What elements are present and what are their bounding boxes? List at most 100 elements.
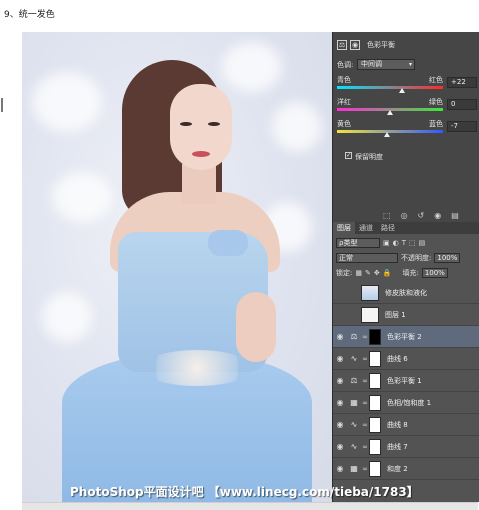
layer-row[interactable]: 图层 1 [333,304,479,326]
type-filter-icon[interactable]: T [402,239,406,247]
lock-all-icon[interactable]: 🔒 [383,269,392,277]
slider-knob[interactable] [383,132,390,137]
reset-icon[interactable]: ↺ [418,212,425,220]
eye-icon[interactable]: ◉ [333,442,347,451]
lock-label: 锁定: [336,269,353,277]
layer-thumbnail [361,306,379,323]
slider-value-input[interactable]: +22 [447,77,477,88]
slider-left-label: 黄色 [337,120,351,128]
lock-transparent-icon[interactable]: ▦ [355,269,362,277]
fill-input[interactable]: 100% [421,268,448,278]
layer-mask-thumbnail[interactable] [369,328,381,345]
curves-icon: ∿ [350,354,358,363]
eye-icon[interactable]: ◉ [333,420,347,429]
tab-2[interactable]: 路径 [377,222,399,234]
layer-mask-thumbnail[interactable] [369,372,381,389]
layer-name: 色彩平衡 1 [387,376,422,385]
smart-filter-icon[interactable]: ▤ [419,239,426,247]
layer-name: 色相/饱和度 1 [387,398,432,407]
link-icon[interactable]: ∞ [361,443,369,451]
tone-select[interactable]: 中间调 ▾ [357,59,415,70]
link-icon[interactable]: ∞ [361,399,369,407]
layer-row[interactable]: 修皮肤和液化 [333,282,479,304]
properties-panel: ⚖ ◉ 色彩平衡 色调: 中间调 ▾ 青色 红色 +22 洋红 绿色 0 黄色 蓝色 -7 ✓ … [333,32,479,222]
preserve-luminosity-checkbox[interactable]: ✓ [345,152,352,159]
eye-icon[interactable]: ◉ [333,354,347,363]
link-icon[interactable]: ∞ [361,377,369,385]
properties-footer: ⬚ ◎ ↺ ◉ ▤ [383,212,459,220]
eye-icon[interactable]: ◉ [333,376,347,385]
photoshop-panel: ⚖ ◉ 色彩平衡 色调: 中间调 ▾ 青色 红色 +22 洋红 绿色 0 黄色 蓝色 -7 ✓ … [332,32,479,502]
layer-row[interactable]: ◉ ▦ ∞ 和度 2 [333,458,479,480]
layer-row[interactable]: ◉ ⚖ ∞ 色彩平衡 2 [333,326,479,348]
shape-filter-icon[interactable]: ⬚ [409,239,416,247]
lock-move-icon[interactable]: ✥ [374,269,380,277]
link-icon[interactable]: ∞ [361,355,369,363]
balance-icon: ⚖ [350,376,358,385]
eye-icon[interactable]: ◉ [333,398,347,407]
bokeh-light [32,72,102,132]
layer-row[interactable]: ◉ ⚖ ∞ 色彩平衡 1 [333,370,479,392]
opacity-input[interactable]: 100% [434,253,461,263]
curves-icon: ∿ [350,420,358,429]
slider-left-label: 青色 [337,76,351,84]
lock-row: 锁定: ▦ ✎ ✥ 🔒 填充: 100% [336,268,448,278]
link-icon[interactable]: ∞ [361,421,369,429]
pixel-filter-icon[interactable]: ▣ [383,239,390,247]
horizontal-scrollbar[interactable] [22,502,478,510]
link-icon[interactable]: ∞ [361,333,369,341]
link-icon[interactable]: ∞ [361,465,369,473]
layer-row[interactable]: ◉ ∿ ∞ 曲线 7 [333,436,479,458]
layers-panel: 图层 通道 路径 ρ类型 ▣ ◐ T ⬚ ▤ 正常 不透明度: 100% 锁定: ▦… [333,222,479,502]
tab-0[interactable]: 图层 [333,222,355,234]
opacity-value: 100% [437,254,458,262]
dress-lace [142,350,252,386]
mask-icon[interactable]: ◉ [350,40,360,50]
layer-mask-thumbnail[interactable] [369,460,381,477]
model-lips [192,151,210,157]
slider-value-input[interactable]: -7 [447,121,477,132]
chevron-down-icon: ▾ [408,61,412,68]
clip-to-layer-icon[interactable]: ⬚ [383,212,391,220]
layer-name: 曲线 8 [387,420,408,429]
layer-row[interactable]: ◉ ∿ ∞ 曲线 8 [333,414,479,436]
layer-mask-thumbnail[interactable] [369,438,381,455]
layer-mask-thumbnail[interactable] [369,394,381,411]
trash-icon[interactable]: ▤ [451,212,459,220]
view-previous-icon[interactable]: ◎ [401,212,408,220]
tab-1[interactable]: 通道 [355,222,377,234]
slider-right-label: 绿色 [429,98,443,106]
layer-thumbnail [361,284,379,301]
photo-canvas[interactable] [22,32,332,502]
layer-row[interactable]: ◉ ▦ ∞ 色相/饱和度 1 [333,392,479,414]
layer-mask-thumbnail[interactable] [369,350,381,367]
curves-icon: ∿ [350,442,358,451]
bokeh-light [222,42,282,92]
layer-mask-thumbnail[interactable] [369,416,381,433]
tone-value: 中间调 [361,60,382,68]
blend-mode-value: 正常 [339,254,353,262]
dress-bow [208,230,248,256]
slider-knob[interactable] [387,110,393,115]
bokeh-light [272,102,322,152]
page-heading: 9、统一发色 [4,10,55,20]
bokeh-light [52,172,112,222]
filter-kind-select[interactable]: ρ类型 [336,238,380,248]
model-eye-left [180,122,192,126]
layer-name: 曲线 6 [387,354,408,363]
layer-name: 色彩平衡 2 [387,332,422,341]
layer-row[interactable]: ◉ ∿ ∞ 曲线 6 [333,348,479,370]
lock-paint-icon[interactable]: ✎ [365,269,371,277]
visibility-icon[interactable]: ◉ [434,212,441,220]
slider-value-input[interactable]: 0 [447,99,477,110]
slider-knob[interactable] [398,88,405,93]
watermark: PhotoShop平面设计吧 【www.linecg.com/tieba/178… [70,485,419,499]
hue-icon: ▦ [350,398,358,407]
blend-mode-select[interactable]: 正常 [336,253,398,263]
slider-track[interactable] [337,86,443,89]
eye-icon[interactable]: ◉ [333,464,347,473]
eye-icon[interactable]: ◉ [333,332,347,341]
layers-tabs: 图层 通道 路径 [333,222,479,234]
slider-track[interactable] [337,130,443,133]
adjustment-filter-icon[interactable]: ◐ [393,239,399,247]
